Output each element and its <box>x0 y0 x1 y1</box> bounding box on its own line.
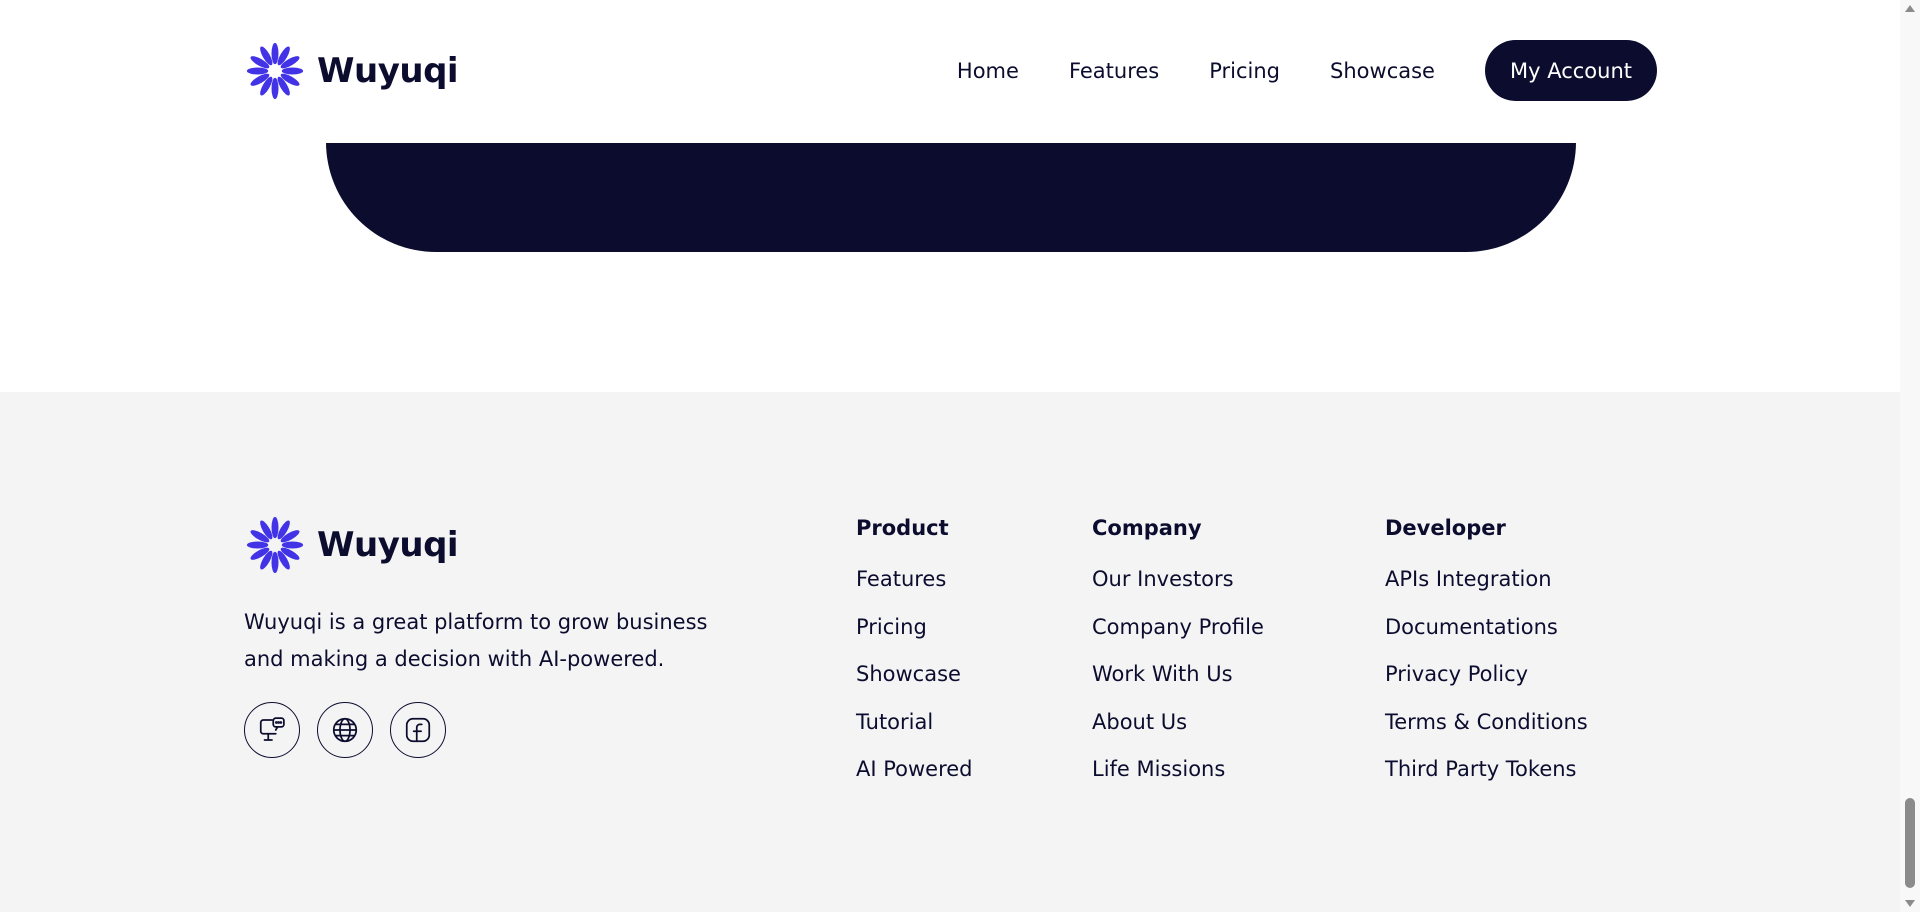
social-website[interactable] <box>317 702 373 758</box>
footer-link[interactable]: Features <box>856 567 946 591</box>
footer-link[interactable]: Privacy Policy <box>1385 662 1528 686</box>
footer-column-developer: Developer APIs Integration Documentation… <box>1385 516 1588 804</box>
footer-link[interactable]: Showcase <box>856 662 961 686</box>
footer-link[interactable]: Company Profile <box>1092 615 1264 639</box>
footer-link[interactable]: Terms & Conditions <box>1385 710 1588 734</box>
footer-link[interactable]: Third Party Tokens <box>1385 757 1577 781</box>
footer-link[interactable]: Work With Us <box>1092 662 1233 686</box>
monitor-chat-icon <box>259 717 285 741</box>
nav-pricing[interactable]: Pricing <box>1209 59 1280 83</box>
footer-brand[interactable]: Wuyuqi <box>244 514 459 576</box>
flower-logo-icon <box>246 516 304 574</box>
site-footer: Wuyuqi Wuyuqi is a great platform to gro… <box>0 392 1900 912</box>
globe-icon <box>332 717 358 743</box>
header-brand[interactable]: Wuyuqi <box>244 40 459 102</box>
footer-column-title: Developer <box>1385 516 1506 540</box>
footer-column-company: Company Our Investors Company Profile Wo… <box>1092 516 1264 804</box>
nav-home[interactable]: Home <box>957 59 1019 83</box>
footer-column-title: Product <box>856 516 949 540</box>
footer-column-product: Product Features Pricing Showcase Tutori… <box>856 516 973 804</box>
footer-link[interactable]: APIs Integration <box>1385 567 1552 591</box>
footer-description: Wuyuqi is a great platform to grow busin… <box>244 610 708 671</box>
footer-link[interactable]: Life Missions <box>1092 757 1225 781</box>
footer-link[interactable]: Documentations <box>1385 615 1558 639</box>
footer-link[interactable]: Pricing <box>856 615 927 639</box>
main-nav: Home Features Pricing Showcase My Accoun… <box>957 40 1657 101</box>
social-links <box>244 702 463 758</box>
site-header: Wuyuqi Home Features Pricing Showcase My… <box>0 0 1900 143</box>
footer-column-title: Company <box>1092 516 1202 540</box>
nav-showcase[interactable]: Showcase <box>1330 59 1435 83</box>
page: Wuyuqi Home Features Pricing Showcase My… <box>0 0 1900 912</box>
footer-link[interactable]: AI Powered <box>856 757 973 781</box>
brand-name: Wuyuqi <box>317 51 459 91</box>
footer-link[interactable]: Tutorial <box>856 710 933 734</box>
vertical-scrollbar[interactable] <box>1900 0 1920 912</box>
flower-logo-icon <box>246 42 304 100</box>
social-monitor-chat[interactable] <box>244 702 300 758</box>
scroll-down-arrow-icon[interactable] <box>1905 900 1915 907</box>
nav-features[interactable]: Features <box>1069 59 1159 83</box>
footer-link[interactable]: About Us <box>1092 710 1187 734</box>
my-account-button[interactable]: My Account <box>1484 40 1657 101</box>
social-facebook[interactable] <box>390 702 446 758</box>
scrollbar-thumb[interactable] <box>1905 798 1915 888</box>
facebook-icon <box>405 717 431 743</box>
footer-link[interactable]: Our Investors <box>1092 567 1234 591</box>
scroll-up-arrow-icon[interactable] <box>1905 5 1915 12</box>
footer-brand-name: Wuyuqi <box>317 525 459 565</box>
